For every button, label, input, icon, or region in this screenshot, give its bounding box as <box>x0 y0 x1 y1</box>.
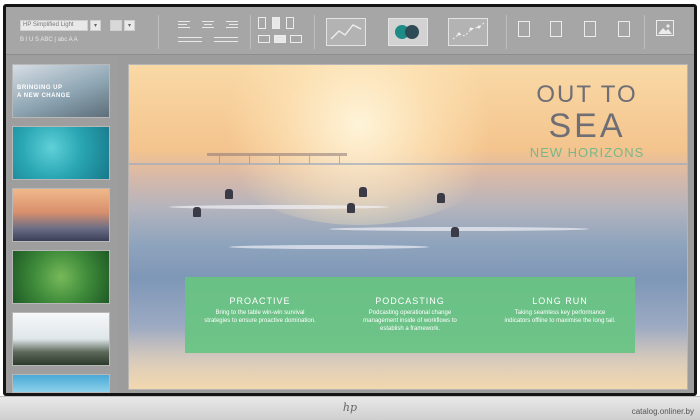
add-slide-icon[interactable] <box>550 21 562 37</box>
surfer <box>359 187 367 197</box>
toolbar-divider <box>314 15 315 49</box>
font-family-select[interactable]: HP Simplified Light <box>20 20 88 31</box>
slide-thumbnail[interactable] <box>12 188 110 242</box>
info-column: LONG RUN Taking seamless key performance… <box>485 277 635 353</box>
thumbnail-title: BRINGING UP A NEW CHANGE <box>17 85 71 99</box>
toolbar-divider <box>506 15 507 49</box>
line-chart-icon[interactable] <box>326 18 366 46</box>
slide-thumbnail[interactable] <box>12 312 110 366</box>
slide-thumbnail[interactable] <box>12 126 110 180</box>
slide-thumbnail[interactable] <box>12 374 110 393</box>
info-column-body: Taking seamless key performance indicato… <box>504 310 616 324</box>
hp-logo: hp <box>342 401 358 414</box>
watermark: catalog.onliner.by <box>631 407 694 416</box>
blank-page-icon[interactable] <box>618 21 630 37</box>
info-column-title: PROACTIVE <box>229 296 291 306</box>
surfer <box>437 193 445 203</box>
font-size-dropdown-button[interactable]: ▾ <box>124 20 135 31</box>
surfer <box>451 227 459 237</box>
info-column-body: Bring to the table win-win survival stra… <box>204 310 316 324</box>
sun-glow <box>199 65 519 225</box>
slide-headline-top: OUT TO <box>536 81 638 108</box>
layout-icon[interactable] <box>258 17 302 47</box>
scatter-chart-icon[interactable] <box>448 18 488 46</box>
paragraph-align-group[interactable] <box>174 19 244 45</box>
info-column-title: PODCASTING <box>375 296 445 306</box>
wave <box>329 227 589 231</box>
font-size-field[interactable] <box>110 20 122 31</box>
slide-thumbnail[interactable] <box>12 250 110 304</box>
slide-thumbnail[interactable]: BRINGING UP A NEW CHANGE <box>12 64 110 118</box>
wave <box>229 245 429 249</box>
wave <box>169 205 389 209</box>
toolbar-divider <box>250 15 251 49</box>
toolbar-divider <box>158 15 159 49</box>
info-panel: PROACTIVE Bring to the table win-win sur… <box>185 277 635 353</box>
text-format-row[interactable]: B I U S ABC | abc A A <box>20 37 78 43</box>
info-column-title: LONG RUN <box>532 296 588 306</box>
surfer <box>225 189 233 199</box>
screen: HP Simplified Light ▾ ▾ B I U S ABC | ab… <box>6 7 694 393</box>
info-column: PODCASTING Podcasting operational change… <box>335 277 485 353</box>
surfer <box>193 207 201 217</box>
slide-thumbnail-panel: BRINGING UP A NEW CHANGE <box>6 56 118 393</box>
circles-icon[interactable] <box>388 18 428 46</box>
horizon <box>129 163 687 165</box>
monitor: HP Simplified Light ▾ ▾ B I U S ABC | ab… <box>0 0 700 420</box>
font-dropdown-button[interactable]: ▾ <box>90 20 101 31</box>
pier <box>207 153 347 156</box>
copy-icon[interactable] <box>584 21 596 37</box>
slide-canvas[interactable]: OUT TO SEA NEW HORIZONS PROACTIVE Bring … <box>128 64 688 390</box>
image-icon[interactable] <box>656 20 674 36</box>
ribbon-toolbar: HP Simplified Light ▾ ▾ B I U S ABC | ab… <box>6 7 694 55</box>
toolbar-divider <box>644 15 645 49</box>
info-column-body: Podcasting operational change management… <box>363 310 457 332</box>
slide-subheadline: NEW HORIZONS <box>529 145 645 160</box>
info-column: PROACTIVE Bring to the table win-win sur… <box>185 277 335 353</box>
surfer <box>347 203 355 213</box>
notes-icon[interactable] <box>518 21 530 37</box>
slide-headline-main: SEA <box>548 107 626 145</box>
